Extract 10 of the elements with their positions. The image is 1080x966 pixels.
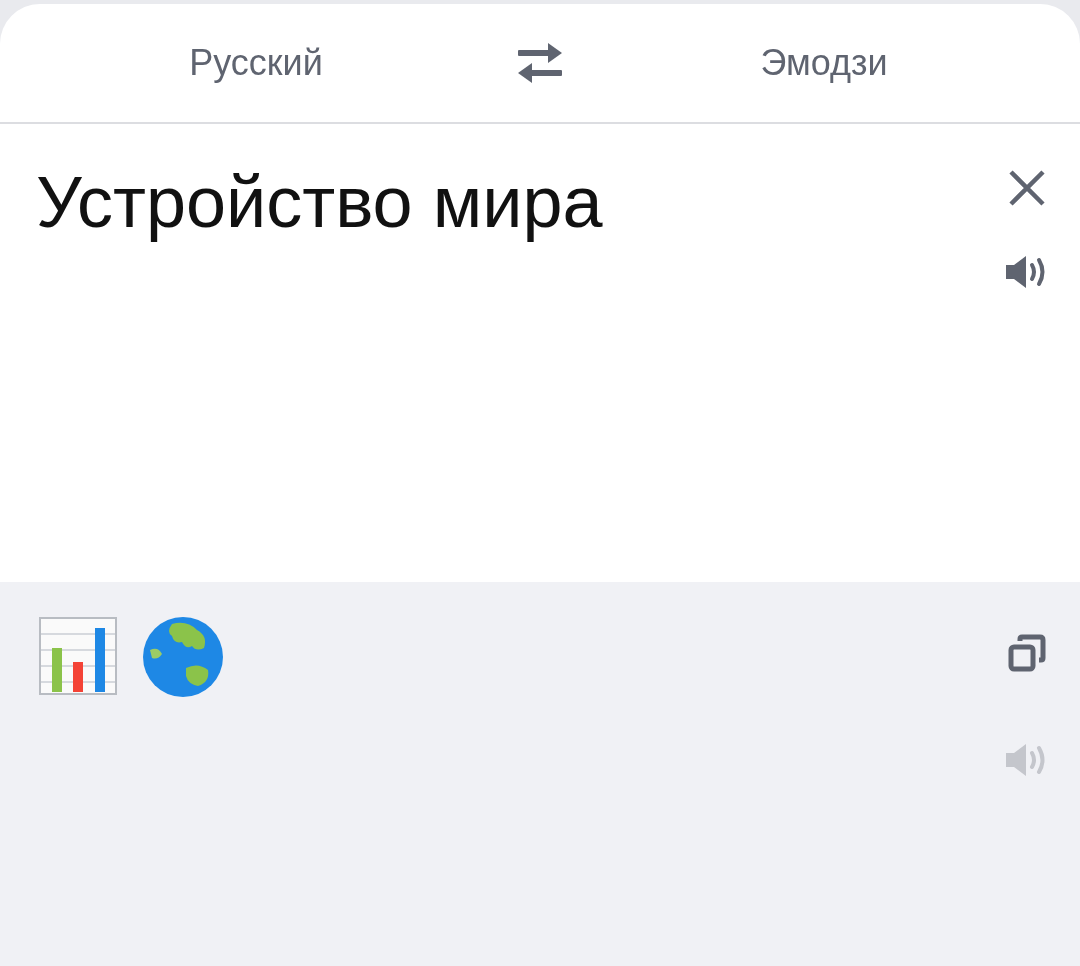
target-language-button[interactable]: Эмодзи	[744, 34, 904, 92]
swap-icon	[516, 41, 564, 85]
copy-button[interactable]	[1007, 634, 1047, 674]
source-language-button[interactable]: Русский	[173, 34, 339, 92]
input-text[interactable]: Устройство мира	[0, 160, 603, 244]
globe-icon	[142, 616, 224, 698]
copy-icon	[1007, 634, 1047, 674]
bar-chart-icon	[38, 616, 118, 696]
clear-button[interactable]	[1007, 168, 1047, 208]
close-icon	[1007, 168, 1047, 208]
